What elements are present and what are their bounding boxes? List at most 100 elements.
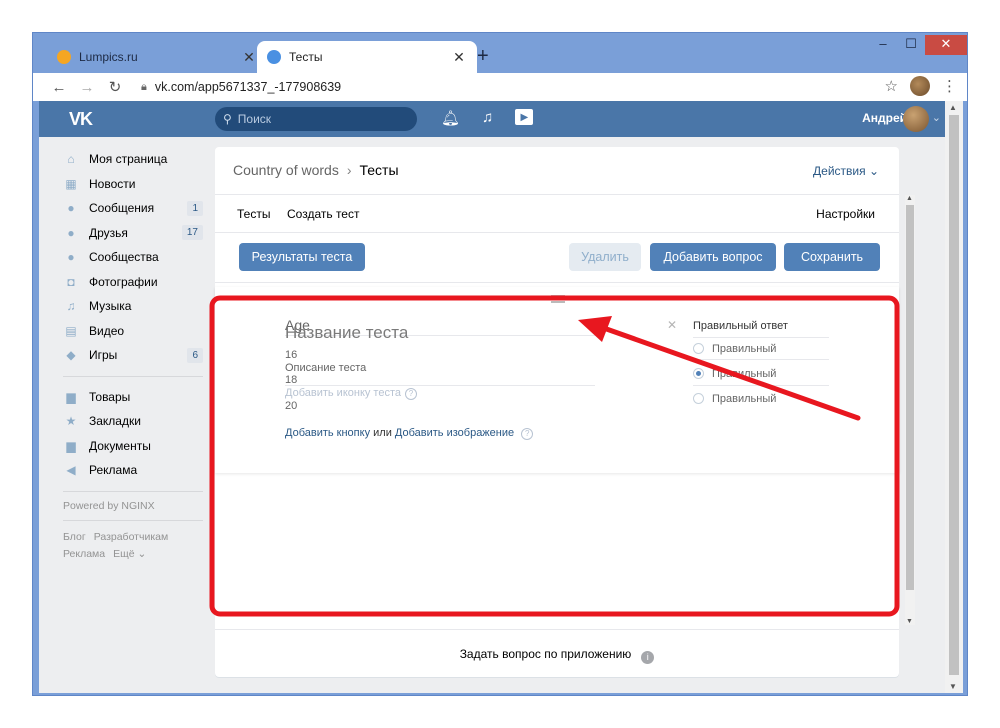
address-bar: ← → ↻ 🔒︎ vk.com/app5671337_-177908639 ☆ … — [33, 73, 967, 101]
music-icon[interactable]: ♫ — [482, 109, 493, 127]
sidebar-item-photo[interactable]: ◘ Фотографии — [63, 270, 203, 295]
tab-settings[interactable]: Настройки — [816, 207, 875, 221]
tab-title: Тесты — [289, 50, 323, 64]
counter-badge: 6 — [187, 347, 203, 363]
ask-question-link[interactable]: Задать вопрос по приложению — [460, 647, 632, 661]
sidebar-item-groups[interactable]: ● Сообщества — [63, 245, 203, 270]
reload-icon[interactable]: ↻ — [101, 78, 129, 96]
info-icon[interactable]: i — [641, 651, 655, 664]
test-title-field[interactable]: Название теста — [285, 323, 408, 343]
sidebar-item-news[interactable]: ▦ Новости — [63, 172, 203, 197]
sidebar-item-document[interactable]: ▆ Документы — [63, 434, 203, 459]
chevron-down-icon[interactable]: ⌄ — [932, 111, 941, 124]
drag-handle-icon[interactable] — [551, 295, 565, 303]
close-window-button[interactable]: ✕ — [925, 35, 967, 55]
add-button-link[interactable]: Добавить кнопку — [285, 427, 370, 439]
bell-icon[interactable]: 🔔︎ — [441, 109, 460, 127]
sidebar-item-ads[interactable]: ◀ Реклама — [63, 458, 203, 483]
back-arrow-icon[interactable]: ← — [45, 79, 73, 96]
help-icon[interactable]: ? — [521, 428, 534, 440]
minimize-button[interactable]: – — [869, 35, 897, 55]
sidebar-item-music[interactable]: ♫ Музыка — [63, 294, 203, 319]
sidebar-item-games[interactable]: ◆ Игры 6 — [63, 343, 203, 368]
scroll-down-icon[interactable]: ▼ — [906, 618, 913, 625]
help-icon[interactable]: ? — [405, 388, 417, 400]
footer-link[interactable]: Блог — [63, 531, 86, 543]
app-card: Country of words › Тесты Действия ⌄ Тесты … — [215, 147, 915, 677]
video-icon: ▤ — [65, 323, 77, 338]
sidebar-item-video[interactable]: ▤ Видео — [63, 319, 203, 344]
tab-lumpics[interactable]: Lumpics.ru ✕ — [47, 41, 267, 73]
user-avatar[interactable] — [903, 106, 929, 132]
tab-tests-list[interactable]: Тесты — [237, 207, 270, 221]
sidebar-item-label: Реклама — [89, 463, 138, 478]
sidebar-item-home[interactable]: ⌂ Моя страница — [63, 147, 203, 172]
profile-avatar[interactable] — [910, 76, 930, 96]
scroll-up-icon[interactable]: ▲ — [949, 103, 957, 112]
new-tab-button[interactable]: + — [477, 45, 489, 68]
correct-radio-1[interactable] — [693, 343, 704, 354]
sidebar-item-label: Новости — [89, 176, 136, 191]
sidebar-item-label: Фотографии — [89, 274, 158, 289]
scroll-up-icon[interactable]: ▲ — [906, 195, 913, 202]
footer-link[interactable]: Реклама — [63, 548, 105, 560]
card-scrollbar[interactable]: ▲ ▼ — [905, 195, 915, 625]
window-controls: – ☐ ✕ — [869, 35, 967, 55]
sidebar-item-friends[interactable]: ● Друзья 17 — [63, 221, 203, 246]
scroll-thumb[interactable] — [906, 205, 914, 590]
add-icon-link[interactable]: Добавить иконку теста? — [285, 387, 417, 400]
add-image-link[interactable]: Добавить изображение — [395, 427, 514, 439]
correct-radio-2[interactable] — [693, 368, 704, 379]
save-button[interactable]: Сохранить — [784, 243, 880, 271]
footer-link[interactable]: Разработчикам — [94, 531, 169, 543]
close-tab-icon[interactable]: ✕ — [451, 49, 467, 66]
forward-arrow-icon[interactable]: → — [73, 79, 101, 96]
divider — [693, 359, 829, 360]
scroll-down-icon[interactable]: ▼ — [949, 682, 957, 691]
correct-radio-3[interactable] — [693, 393, 704, 404]
sidebar-item-label: Видео — [89, 323, 125, 338]
tab-create-test[interactable]: Создать тест — [287, 207, 359, 221]
user-name[interactable]: Андрей — [862, 111, 907, 125]
bookmark-star-icon[interactable]: ☆ — [885, 77, 898, 95]
breadcrumb-parent[interactable]: Country of words — [233, 162, 339, 178]
divider — [285, 385, 595, 386]
delete-button[interactable]: Удалить — [569, 243, 641, 271]
messages-icon: ● — [67, 201, 75, 216]
remove-answer-icon[interactable]: ✕ — [667, 318, 677, 332]
search-icon: ⚲ — [223, 112, 232, 126]
vk-favicon-icon — [267, 50, 281, 64]
answer-1[interactable]: 16 — [285, 349, 297, 361]
url-field[interactable]: 🔒︎ vk.com/app5671337_-177908639 — [141, 76, 891, 98]
play-icon[interactable]: ▶ — [515, 109, 534, 125]
toolbar-right: ☆ ⋮ — [885, 76, 957, 96]
vk-logo[interactable]: VK — [69, 109, 93, 130]
powered-by-text: Powered by NGINX — [63, 499, 155, 512]
add-question-button[interactable]: Добавить вопрос — [650, 243, 776, 271]
left-nav: ⌂ Моя страница ▦ Новости ● Сообщения 1 ● Друзья 1… — [63, 147, 203, 563]
answer-3[interactable]: 20 — [285, 400, 297, 412]
page-scrollbar[interactable]: ▲ ▼ — [945, 101, 963, 693]
sidebar-item-label: Закладки — [89, 414, 141, 429]
lumpics-favicon-icon — [57, 50, 71, 64]
sidebar-item-messages[interactable]: ● Сообщения 1 — [63, 196, 203, 221]
vk-header: VK ⚲ Поиск 🔔︎ ♫ ▶ Андрей ⌄ — [39, 101, 945, 137]
scroll-thumb[interactable] — [949, 115, 959, 675]
menu-kebab-icon[interactable]: ⋮ — [942, 77, 957, 95]
star-icon: ★ — [65, 414, 77, 429]
sidebar-item-label: Игры — [89, 348, 118, 363]
close-tab-icon[interactable]: ✕ — [241, 49, 257, 66]
tab-tests[interactable]: Тесты ✕ — [257, 41, 477, 73]
actions-dropdown[interactable]: Действия ⌄ — [813, 164, 879, 178]
search-placeholder: Поиск — [237, 112, 272, 126]
tab-bar: Lumpics.ru ✕ Тесты ✕ + – ☐ ✕ — [33, 33, 967, 73]
counter-badge: 1 — [187, 200, 203, 216]
maximize-button[interactable]: ☐ — [897, 35, 925, 55]
description-field[interactable]: Описание теста — [285, 362, 366, 374]
sidebar-item-bag[interactable]: ▆ Товары — [63, 385, 203, 410]
search-input[interactable]: ⚲ Поиск — [215, 107, 417, 131]
correct-label-1: Правильный — [712, 343, 777, 355]
footer-link[interactable]: Ещё ⌄ — [113, 548, 146, 560]
results-button[interactable]: Результаты теста — [239, 243, 365, 271]
sidebar-item-star[interactable]: ★ Закладки — [63, 409, 203, 434]
